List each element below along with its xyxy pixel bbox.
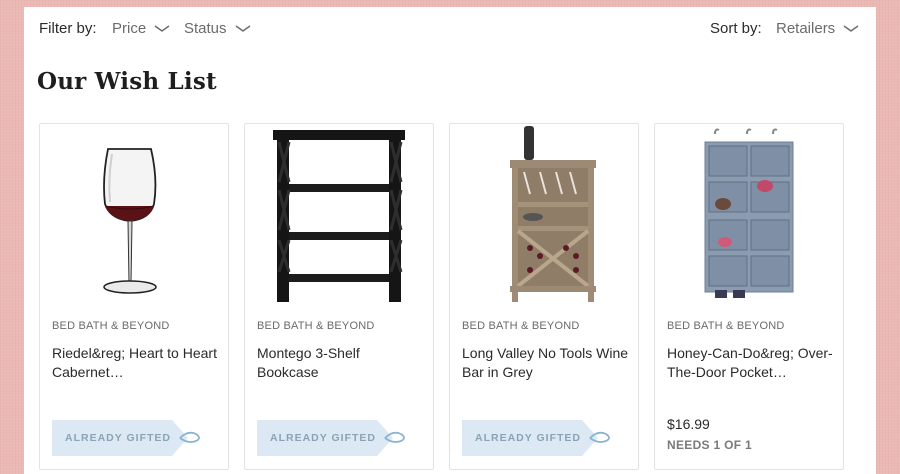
- already-gifted-badge: ALREADY GIFTED: [257, 420, 407, 456]
- needs-count: NEEDS 1 OF 1: [667, 438, 752, 452]
- status-filter-label: Status: [184, 20, 227, 37]
- product-name[interactable]: Riedel&reg; Heart to Heart Cabernet…: [52, 344, 220, 382]
- product-card[interactable]: BED BATH & BEYOND Montego 3-Shelf Bookca…: [244, 123, 434, 470]
- filter-label: Filter by:: [39, 20, 97, 37]
- retailer-name: BED BATH & BEYOND: [257, 320, 375, 332]
- already-gifted-label: ALREADY GIFTED: [475, 432, 581, 444]
- retailer-name: BED BATH & BEYOND: [52, 320, 170, 332]
- retailer-name: BED BATH & BEYOND: [667, 320, 785, 332]
- product-card[interactable]: BED BATH & BEYOND Long Valley No Tools W…: [449, 123, 639, 470]
- product-name[interactable]: Montego 3-Shelf Bookcase: [257, 344, 425, 382]
- chevron-down-icon: [154, 24, 170, 32]
- wine-bar-image: [510, 126, 596, 302]
- already-gifted-badge: ALREADY GIFTED: [52, 420, 202, 456]
- retailer-name: BED BATH & BEYOND: [462, 320, 580, 332]
- page-title: Our Wish List: [37, 68, 217, 95]
- bookcase-image: [273, 130, 405, 302]
- product-card[interactable]: BED BATH & BEYOND Riedel&reg; Heart to H…: [39, 123, 229, 470]
- product-card[interactable]: BED BATH & BEYOND Honey-Can-Do&reg; Over…: [654, 123, 844, 470]
- chevron-down-icon: [843, 24, 859, 32]
- chevron-down-icon: [235, 24, 250, 32]
- already-gifted-label: ALREADY GIFTED: [270, 432, 376, 444]
- product-name[interactable]: Honey-Can-Do&reg; Over-The-Door Pocket…: [667, 344, 835, 382]
- price-filter-dropdown[interactable]: Price: [112, 20, 170, 37]
- product-price: $16.99: [667, 416, 710, 432]
- sort-dropdown[interactable]: Retailers: [776, 20, 859, 37]
- filter-bar: Filter by: Price Status Sort by: Retaile…: [24, 7, 876, 51]
- shoe-organizer-image: [704, 128, 794, 298]
- wish-list-panel: Filter by: Price Status Sort by: Retaile…: [24, 7, 876, 474]
- wine-glass-image: [103, 148, 157, 294]
- price-filter-label: Price: [112, 20, 147, 37]
- sort-label: Sort by:: [710, 20, 762, 37]
- product-name[interactable]: Long Valley No Tools Wine Bar in Grey: [462, 344, 630, 382]
- sort-value: Retailers: [776, 20, 836, 37]
- already-gifted-badge: ALREADY GIFTED: [462, 420, 612, 456]
- status-filter-dropdown[interactable]: Status: [184, 20, 251, 37]
- already-gifted-label: ALREADY GIFTED: [65, 432, 171, 444]
